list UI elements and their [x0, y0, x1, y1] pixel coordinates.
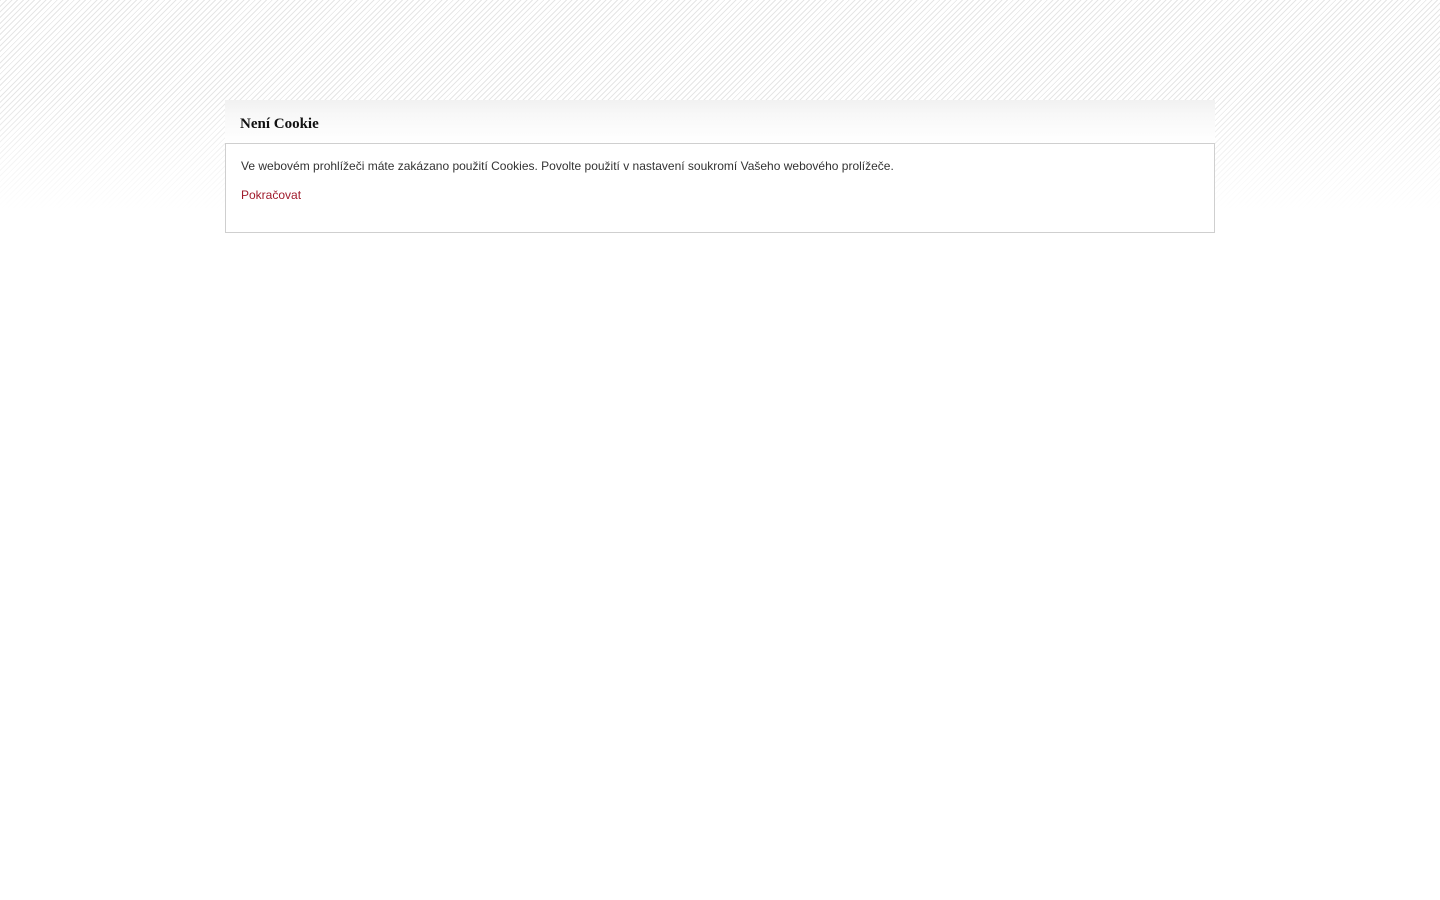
dialog-title: Není Cookie: [240, 116, 319, 132]
dialog-header: Není Cookie: [225, 100, 1215, 143]
cookie-dialog: Není Cookie Ve webovém prohlížeči máte z…: [225, 100, 1215, 233]
dialog-body: Ve webovém prohlížeči máte zakázano použ…: [225, 143, 1215, 233]
continue-link[interactable]: Pokračovat: [241, 188, 301, 202]
dialog-message: Ve webovém prohlížeči máte zakázano použ…: [241, 159, 894, 173]
